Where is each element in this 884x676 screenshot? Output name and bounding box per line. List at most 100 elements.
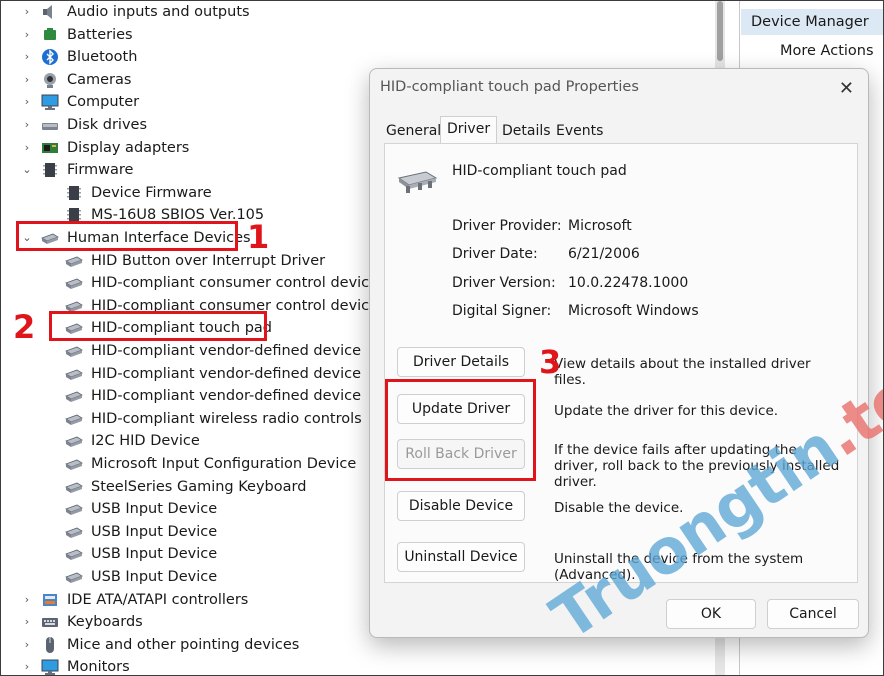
tree-item-label: Keyboards: [67, 614, 143, 631]
tab-general[interactable]: General: [380, 119, 447, 143]
annotation-box-touch-pad: [49, 311, 267, 341]
bluetooth-icon: [42, 49, 58, 66]
tree-item-label: Microsoft Input Configuration Device: [91, 456, 357, 472]
disk-icon: [42, 123, 58, 130]
tree-item-label: Cameras: [67, 71, 132, 88]
hid-icon: [65, 549, 83, 561]
chip-icon: [67, 185, 81, 200]
tab-driver[interactable]: Driver: [440, 116, 498, 145]
tab-details[interactable]: Details: [496, 119, 557, 143]
digital-signer-value: Microsoft Windows: [568, 303, 699, 319]
driver-provider-value: Microsoft: [568, 218, 632, 234]
more-actions-link[interactable]: More Actions: [780, 41, 874, 61]
tree-item-label: I2C HID Device: [91, 433, 200, 450]
annotation-step-1: 1: [247, 218, 270, 256]
tree-item-label: Device Firmware: [91, 184, 212, 201]
hid-icon: [65, 346, 83, 357]
tree-item-batteries[interactable]: › Batteries: [1, 24, 701, 46]
tree-item-label: Firmware: [67, 162, 134, 179]
chevron-right-icon[interactable]: ›: [22, 611, 32, 633]
battery-icon: [44, 27, 56, 40]
tree-item-label: IDE ATA/ATAPI controllers: [67, 591, 249, 608]
display-adapter-icon: [42, 142, 58, 153]
disable-device-button[interactable]: Disable Device: [397, 491, 525, 521]
tree-item-label: Monitors: [67, 659, 130, 676]
driver-date-value: 6/21/2006: [568, 246, 640, 262]
driver-version-label: Driver Version:: [452, 275, 556, 291]
monitor-icon: [41, 659, 59, 675]
tree-item-label: Batteries: [67, 26, 133, 43]
driver-provider-label: Driver Provider:: [452, 218, 562, 234]
uninstall-device-button[interactable]: Uninstall Device: [397, 542, 525, 572]
annotation-box-human-interface-devices: [16, 221, 238, 251]
hid-icon: [65, 527, 83, 538]
tab-events[interactable]: Events: [550, 119, 609, 143]
speaker-icon: [43, 5, 52, 19]
tree-item-label: USB Input Device: [91, 501, 218, 518]
chevron-right-icon[interactable]: ›: [22, 46, 32, 68]
annotation-step-2: 2: [13, 308, 36, 346]
tree-item-label: Bluetooth: [67, 49, 138, 66]
hid-icon: [65, 436, 83, 448]
dialog-title: HID-compliant touch pad Properties: [380, 79, 639, 95]
tree-item-label: HID-compliant vendor-defined device: [91, 388, 362, 405]
chevron-right-icon[interactable]: ›: [22, 137, 32, 159]
tree-item-label: Mice and other pointing devices: [67, 636, 300, 653]
hid-icon: [65, 572, 83, 583]
hid-icon: [65, 482, 83, 493]
camera-icon: [44, 72, 56, 88]
chevron-right-icon[interactable]: ›: [22, 114, 32, 136]
tree-item-label: Disk drives: [67, 117, 148, 133]
chevron-right-icon[interactable]: ›: [22, 69, 32, 91]
touchpad-device-icon: [397, 171, 438, 193]
hid-icon: [65, 414, 83, 425]
mouse-icon: [46, 636, 54, 653]
tree-item-label: USB Input Device: [91, 546, 218, 563]
hid-icon: [65, 278, 83, 290]
ok-button[interactable]: OK: [666, 599, 756, 629]
driver-version-value: 10.0.22478.1000: [568, 275, 689, 291]
tree-item-label: HID-compliant wireless radio controls: [91, 410, 362, 427]
chevron-right-icon[interactable]: ›: [22, 1, 32, 23]
hid-icon: [65, 256, 83, 267]
hid-icon: [65, 504, 83, 516]
tree-item-label: Computer: [67, 94, 140, 111]
tree-item-label: HID Button over Interrupt Driver: [91, 252, 326, 269]
chevron-right-icon[interactable]: ›: [22, 91, 32, 113]
tree-item-monitors[interactable]: › Monitors: [1, 656, 701, 676]
digital-signer-label: Digital Signer:: [452, 303, 552, 319]
chevron-right-icon[interactable]: ›: [22, 24, 32, 46]
hid-icon: [65, 391, 83, 403]
driver-date-label: Driver Date:: [452, 246, 538, 262]
cancel-button[interactable]: Cancel: [767, 599, 859, 629]
tree-item-label: Audio inputs and outputs: [67, 4, 250, 20]
hid-icon: [65, 369, 83, 380]
tree-item-audio-inputs-and-outputs[interactable]: › Audio inputs and outputs: [1, 1, 701, 23]
tree-item-label: HID-compliant vendor-defined device: [91, 343, 362, 359]
tree-item-label: HID-compliant consumer control device: [91, 275, 379, 292]
tree-item-label: HID-compliant vendor-defined device: [91, 365, 362, 382]
keyboard-icon: [42, 618, 58, 628]
chevron-right-icon[interactable]: ›: [22, 589, 32, 611]
chevron-right-icon[interactable]: ›: [22, 634, 32, 656]
chevron-right-icon[interactable]: ›: [22, 656, 32, 675]
tree-item-label: USB Input Device: [91, 523, 218, 540]
tree-scrollbar-thumb[interactable]: [717, 1, 723, 61]
annotation-step-3: 3: [539, 343, 562, 381]
chevron-down-icon[interactable]: ⌄: [22, 159, 32, 181]
monitor-icon: [41, 94, 59, 111]
hid-icon: [65, 459, 83, 470]
close-icon[interactable]: ✕: [839, 79, 854, 99]
screenshot-frame: › Audio inputs and outputs › Batteries › Blue…: [0, 0, 884, 676]
tree-item-bluetooth[interactable]: › Bluetooth: [1, 46, 701, 68]
tree-item-label: SteelSeries Gaming Keyboard: [91, 478, 307, 495]
driver-details-description: View details about the installed driver …: [554, 356, 811, 388]
ide-icon: [43, 593, 57, 606]
chip-icon: [43, 163, 57, 178]
driver-details-button[interactable]: Driver Details: [397, 347, 525, 377]
annotation-box-update-driver: [385, 379, 536, 481]
device-name: HID-compliant touch pad: [452, 163, 627, 179]
tree-item-label: USB Input Device: [91, 569, 218, 585]
tree-item-label: Display adapters: [67, 139, 190, 156]
actions-header-device-manager[interactable]: Device Manager: [741, 9, 883, 35]
